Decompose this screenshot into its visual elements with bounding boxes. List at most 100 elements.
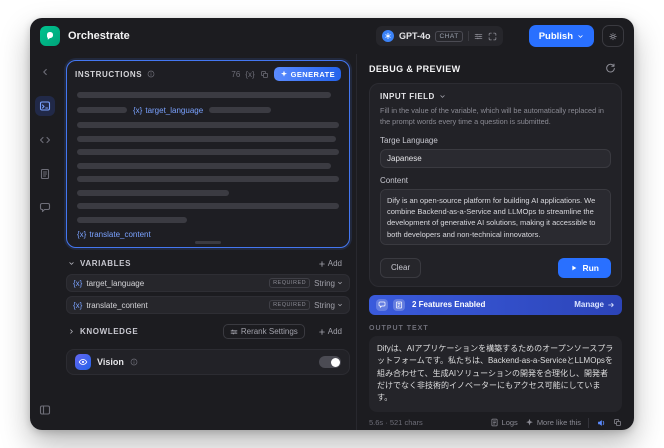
gear-icon <box>609 32 617 40</box>
speaker-icon[interactable] <box>596 418 606 428</box>
skeleton-line <box>77 122 339 128</box>
output-text-title: OUTPUT TEXT <box>369 324 429 332</box>
copy-output-icon[interactable] <box>613 418 622 427</box>
chevron-down-icon <box>338 281 342 285</box>
divider <box>467 31 469 41</box>
sliders-icon <box>230 329 238 334</box>
variable-row[interactable]: {x} translate_content REQUIRED String <box>66 296 350 314</box>
variable-token-prefix: {x} <box>73 300 83 310</box>
skeleton-line <box>77 92 339 98</box>
conversation-opener-icon <box>376 298 388 311</box>
target-language-label: Targe Language <box>380 135 438 145</box>
sidebar-item-api[interactable] <box>35 130 55 150</box>
model-selector[interactable]: GPT-4o CHAT <box>375 26 503 46</box>
variable-type-select[interactable]: String <box>314 279 343 288</box>
info-icon <box>130 358 138 366</box>
maximize-icon[interactable] <box>488 32 497 41</box>
back-icon[interactable] <box>35 62 55 82</box>
plus-icon <box>318 260 325 267</box>
page-title: Orchestrate <box>68 30 130 42</box>
features-bar[interactable]: 2 Features Enabled Manage <box>369 294 622 315</box>
more-like-this-button[interactable]: More like this <box>525 418 581 427</box>
variable-name: translate_content <box>86 300 148 310</box>
skeleton-line <box>77 203 339 209</box>
sidebar-item-orchestrate[interactable] <box>35 96 55 116</box>
manage-features-link[interactable]: Manage <box>574 300 615 309</box>
add-variable-button[interactable]: Add <box>312 258 348 269</box>
chevron-down-icon <box>338 303 342 307</box>
model-mode-badge: CHAT <box>435 30 463 42</box>
variables-section: VARIABLES Add {x} target_language REQUIR… <box>66 257 350 314</box>
citation-icon <box>393 298 405 311</box>
collapse-panel-icon[interactable] <box>35 400 55 420</box>
braces-icon[interactable]: {x} <box>245 70 254 79</box>
play-icon <box>572 265 577 271</box>
instructions-panel: INSTRUCTIONS 76 {x} GENERATE {x} target_… <box>66 60 350 248</box>
run-button[interactable]: Run <box>558 257 611 278</box>
content-label: Content <box>380 175 409 185</box>
skeleton-line: {x} target_language <box>77 106 339 115</box>
skeleton-line <box>77 189 339 196</box>
divider <box>588 417 589 428</box>
prompt-editor[interactable]: {x} target_language {x} translate_conten… <box>67 84 349 247</box>
logs-button[interactable]: Logs <box>490 418 518 427</box>
output-meta: 5.6s · 521 chars <box>369 418 423 428</box>
scroll-indicator[interactable] <box>195 241 221 244</box>
info-icon <box>147 70 155 78</box>
sidebar-item-logs[interactable] <box>35 164 55 184</box>
refresh-icon <box>606 63 615 73</box>
rerank-settings-button[interactable]: Rerank Settings <box>222 324 305 339</box>
publish-button[interactable]: Publish <box>528 25 594 47</box>
output-text-panel: Difyは、AIアプリケーションを構築するためのオープンソースプラットフォームで… <box>369 335 622 412</box>
output-footer: 5.6s · 521 chars Logs More like this <box>369 417 622 428</box>
knowledge-header[interactable]: KNOWLEDGE Rerank Settings Add <box>66 323 350 340</box>
vision-label: Vision <box>97 357 124 367</box>
model-params-icon[interactable] <box>474 32 483 41</box>
input-field-header[interactable]: INPUT FIELD <box>380 92 611 101</box>
settings-button[interactable] <box>602 25 624 47</box>
instructions-header: INSTRUCTIONS 76 {x} GENERATE <box>67 61 349 84</box>
variable-token[interactable]: {x} translate_content <box>77 230 151 239</box>
plus-icon <box>318 328 325 335</box>
skeleton-line <box>77 149 339 155</box>
left-sidebar <box>30 54 60 430</box>
variables-header[interactable]: VARIABLES Add <box>66 257 350 270</box>
variable-token[interactable]: {x} target_language <box>133 106 203 115</box>
debug-header: DEBUG & PREVIEW <box>369 62 622 75</box>
variable-name: target_language <box>86 278 145 288</box>
copy-icon[interactable] <box>260 70 269 79</box>
openai-icon <box>381 30 394 42</box>
knowledge-section: KNOWLEDGE Rerank Settings Add <box>66 323 350 340</box>
generate-button[interactable]: GENERATE <box>273 67 341 81</box>
vision-toggle[interactable] <box>319 356 341 368</box>
chevron-down-icon <box>69 262 74 265</box>
debug-column: DEBUG & PREVIEW INPUT FIELD Fill in the … <box>356 54 634 430</box>
debug-title: DEBUG & PREVIEW <box>369 63 461 74</box>
main-body: INSTRUCTIONS 76 {x} GENERATE {x} target_… <box>30 54 634 430</box>
refresh-button[interactable] <box>599 62 622 75</box>
skeleton-line: {x} translate_content <box>77 230 339 239</box>
input-field-description: Fill in the value of the variable, which… <box>380 106 604 126</box>
skeleton-line <box>77 216 339 223</box>
eye-icon <box>75 354 91 370</box>
chevron-down-icon <box>440 95 445 98</box>
sparkle-icon <box>525 419 533 426</box>
target-language-input[interactable] <box>380 148 611 168</box>
variable-row[interactable]: {x} target_language REQUIRED String <box>66 274 350 292</box>
orchestrate-column: INSTRUCTIONS 76 {x} GENERATE {x} target_… <box>60 54 356 430</box>
app-header: Orchestrate GPT-4o CHAT Publish <box>30 18 634 54</box>
run-row: Clear Run <box>380 257 611 278</box>
variable-type-select[interactable]: String <box>314 301 343 310</box>
variables-title: VARIABLES <box>80 259 132 268</box>
content-textarea[interactable]: Dify is an open-source platform for buil… <box>380 188 611 245</box>
sidebar-item-annotations[interactable] <box>35 198 55 218</box>
add-knowledge-button[interactable]: Add <box>312 326 348 337</box>
clear-button[interactable]: Clear <box>380 257 422 278</box>
skeleton-line <box>77 135 339 142</box>
variable-token-prefix: {x} <box>73 278 83 288</box>
chevron-right-icon <box>70 329 73 334</box>
model-name: GPT-4o <box>398 31 431 41</box>
required-badge: REQUIRED <box>269 278 311 288</box>
sparkle-icon <box>280 70 287 77</box>
features-enabled-text: 2 Features Enabled <box>412 300 486 310</box>
